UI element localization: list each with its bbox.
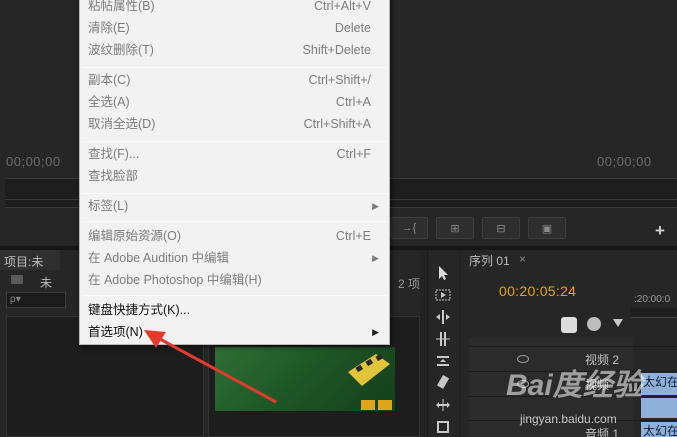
menu-item-deselect-all[interactable]: 取消全选(D) Ctrl+Shift+A — [80, 113, 389, 135]
menu-item-find[interactable]: 查找(F)... Ctrl+F — [80, 143, 389, 165]
track-label: 音频 1 — [585, 427, 620, 437]
submenu-arrow-icon: ▶ — [372, 327, 379, 337]
overwrite-button[interactable]: →{ — [390, 217, 428, 239]
project-name: 未 — [40, 276, 53, 290]
menu-item-paste-attributes[interactable]: 粘帖属性(B) Ctrl+Alt+V — [80, 0, 389, 17]
watermark-url: jingyan.baidu.com — [520, 412, 617, 426]
add-marker-icon[interactable] — [613, 319, 623, 327]
track-select-tool-icon[interactable] — [432, 286, 454, 304]
ruler-timecode: :20:00:0 — [634, 294, 671, 305]
menu-item-find-faces[interactable]: 查找脸部 — [80, 165, 389, 187]
menu-item-edit-in-photoshop[interactable]: 在 Adobe Photoshop 中编辑(H) — [80, 269, 389, 291]
linked-selection-icon[interactable] — [587, 317, 601, 331]
razor-tool-icon[interactable] — [432, 374, 454, 392]
project-tab[interactable]: 项目:未 — [0, 250, 60, 270]
export-frame-button[interactable]: ▣ — [528, 217, 566, 239]
ripple-edit-tool-icon[interactable] — [432, 308, 454, 326]
selection-tool-icon[interactable] — [432, 264, 454, 282]
menu-separator — [82, 141, 387, 142]
audio-clip[interactable]: 太幻在 — [641, 422, 677, 437]
button-editor-add-button[interactable]: + — [655, 222, 665, 239]
tab-sequence-01[interactable]: 序列 01 — [469, 252, 510, 269]
project-search-input[interactable]: ρ▾ — [6, 292, 66, 308]
video-badge-icon — [361, 400, 375, 410]
menu-separator — [82, 67, 387, 68]
menu-item-select-all[interactable]: 全选(A) Ctrl+A — [80, 91, 389, 113]
sequence-timecode[interactable]: 00:20:05:24 — [499, 283, 576, 299]
slide-tool-icon[interactable] — [432, 418, 454, 436]
video-clip-lower[interactable] — [641, 398, 677, 418]
tools-panel — [427, 250, 459, 437]
menu-item-edit-original[interactable]: 编辑原始资源(O) Ctrl+E — [80, 225, 389, 247]
menu-item-label[interactable]: 标签(L) ▶ — [80, 195, 389, 217]
extract-button[interactable]: ⊟ — [482, 217, 520, 239]
timeline-panel: 序列 01 × 00:20:05:24 :20:00:0 视频 2 视频 太幻在… — [461, 250, 677, 437]
lift-button[interactable]: ⊞ — [436, 217, 474, 239]
menu-separator — [82, 221, 387, 222]
timeline-ruler[interactable] — [631, 308, 677, 318]
watermark-logo: Bai度经验 — [506, 369, 643, 402]
menu-item-keyboard-shortcuts[interactable]: 键盘快捷方式(K)... — [80, 299, 389, 321]
menu-separator — [82, 193, 387, 194]
menu-item-clear[interactable]: 清除(E) Delete — [80, 17, 389, 39]
film-reel-icon — [348, 353, 390, 386]
menu-separator — [82, 295, 387, 296]
menu-item-duplicate[interactable]: 副本(C) Ctrl+Shift+/ — [80, 69, 389, 91]
submenu-arrow-icon: ▶ — [372, 201, 379, 211]
context-menu: 粘帖属性(B) Ctrl+Alt+V 清除(E) Delete 波纹删除(T) … — [79, 0, 390, 345]
menu-item-ripple-delete[interactable]: 波纹删除(T) Shift+Delete — [80, 39, 389, 61]
video-clip[interactable]: 太幻在 — [641, 373, 677, 395]
rolling-edit-tool-icon[interactable] — [432, 330, 454, 348]
slip-tool-icon[interactable] — [432, 396, 454, 414]
menu-item-edit-in-audition[interactable]: 在 Adobe Audition 中编辑 ▶ — [80, 247, 389, 269]
source-timecode-left: 00;00;00 — [6, 154, 61, 169]
tab-close-button[interactable]: × — [519, 252, 526, 266]
source-timecode-right: 00;00;00 — [597, 154, 652, 169]
folder-icon — [11, 275, 23, 284]
rate-stretch-tool-icon[interactable] — [432, 352, 454, 370]
project-item-count: 2 项 — [398, 277, 421, 291]
audio-badge-icon — [378, 400, 392, 410]
transport-controls: →{ ⊞ ⊟ ▣ — [390, 217, 566, 239]
submenu-arrow-icon: ▶ — [372, 253, 379, 263]
snap-toggle-icon[interactable] — [561, 317, 577, 333]
annotation-arrow-icon — [144, 330, 277, 404]
